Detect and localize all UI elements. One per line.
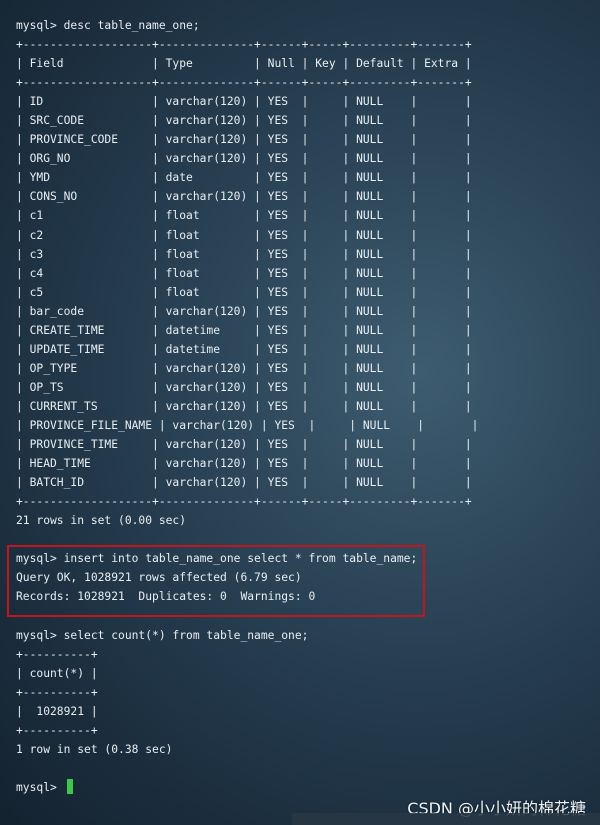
terminal-line: | c2 | float | YES | | NULL | | [16,228,472,242]
terminal-line: | BATCH_ID | varchar(120) | YES | | NULL… [16,476,472,490]
terminal-line: +----------+ [16,723,98,737]
terminal-line: | UPDATE_TIME | datetime | YES | | NULL … [16,342,472,356]
terminal-line: | HEAD_TIME | varchar(120) | YES | | NUL… [16,457,472,471]
terminal-line: | c1 | float | YES | | NULL | | [16,209,472,223]
terminal-line: | ORG_NO | varchar(120) | YES | | NULL |… [16,152,472,166]
terminal-line: | CREATE_TIME | datetime | YES | | NULL … [16,323,472,337]
terminal-line: | c5 | float | YES | | NULL | | [16,285,472,299]
terminal-line: | PROVINCE_FILE_NAME | varchar(120) | YE… [16,418,479,432]
terminal-line: mysql> desc table_name_one; [16,19,200,32]
terminal-line: | 1028921 | [16,704,98,718]
terminal-line: mysql> select count(*) from table_name_o… [16,628,309,642]
bottom-strip [292,813,600,825]
terminal-line: | c4 | float | YES | | NULL | | [16,266,472,280]
terminal-line: | OP_TYPE | varchar(120) | YES | | NULL … [16,361,472,375]
terminal-line: +-------------------+--------------+----… [16,38,472,52]
terminal-line: | OP_TS | varchar(120) | YES | | NULL | … [16,380,472,394]
terminal-line: 1 row in set (0.38 sec) [16,742,173,756]
terminal-line: | SRC_CODE | varchar(120) | YES | | NULL… [16,114,472,128]
terminal-line: +----------+ [16,685,98,699]
terminal-line: | PROVINCE_CODE | varchar(120) | YES | |… [16,133,472,147]
terminal-line: | CURRENT_TS | varchar(120) | YES | | NU… [16,399,472,413]
terminal-line: | c3 | float | YES | | NULL | | [16,247,472,261]
terminal-line: | count(*) | [16,666,98,680]
terminal-line: | Field | Type | Null | Key | Default | … [16,57,472,71]
terminal-line: | bar_code | varchar(120) | YES | | NULL… [16,304,472,318]
terminal-line: +-------------------+--------------+----… [16,495,472,509]
terminal-output: mysql> desc table_name_one; +------------… [16,16,600,825]
terminal-line: | YMD | date | YES | | NULL | | [16,171,472,185]
terminal-line: 21 rows in set (0.00 sec) [16,514,187,528]
terminal-line: | ID | varchar(120) | YES | | NULL | | [16,95,472,109]
terminal-line: | PROVINCE_TIME | varchar(120) | YES | |… [16,438,472,452]
terminal-cursor[interactable] [66,778,73,794]
terminal-line: +----------+ [16,647,98,661]
terminal-line: | CONS_NO | varchar(120) | YES | | NULL … [16,190,472,204]
highlight-box [7,545,425,617]
terminal-line: +-------------------+--------------+----… [16,76,472,90]
